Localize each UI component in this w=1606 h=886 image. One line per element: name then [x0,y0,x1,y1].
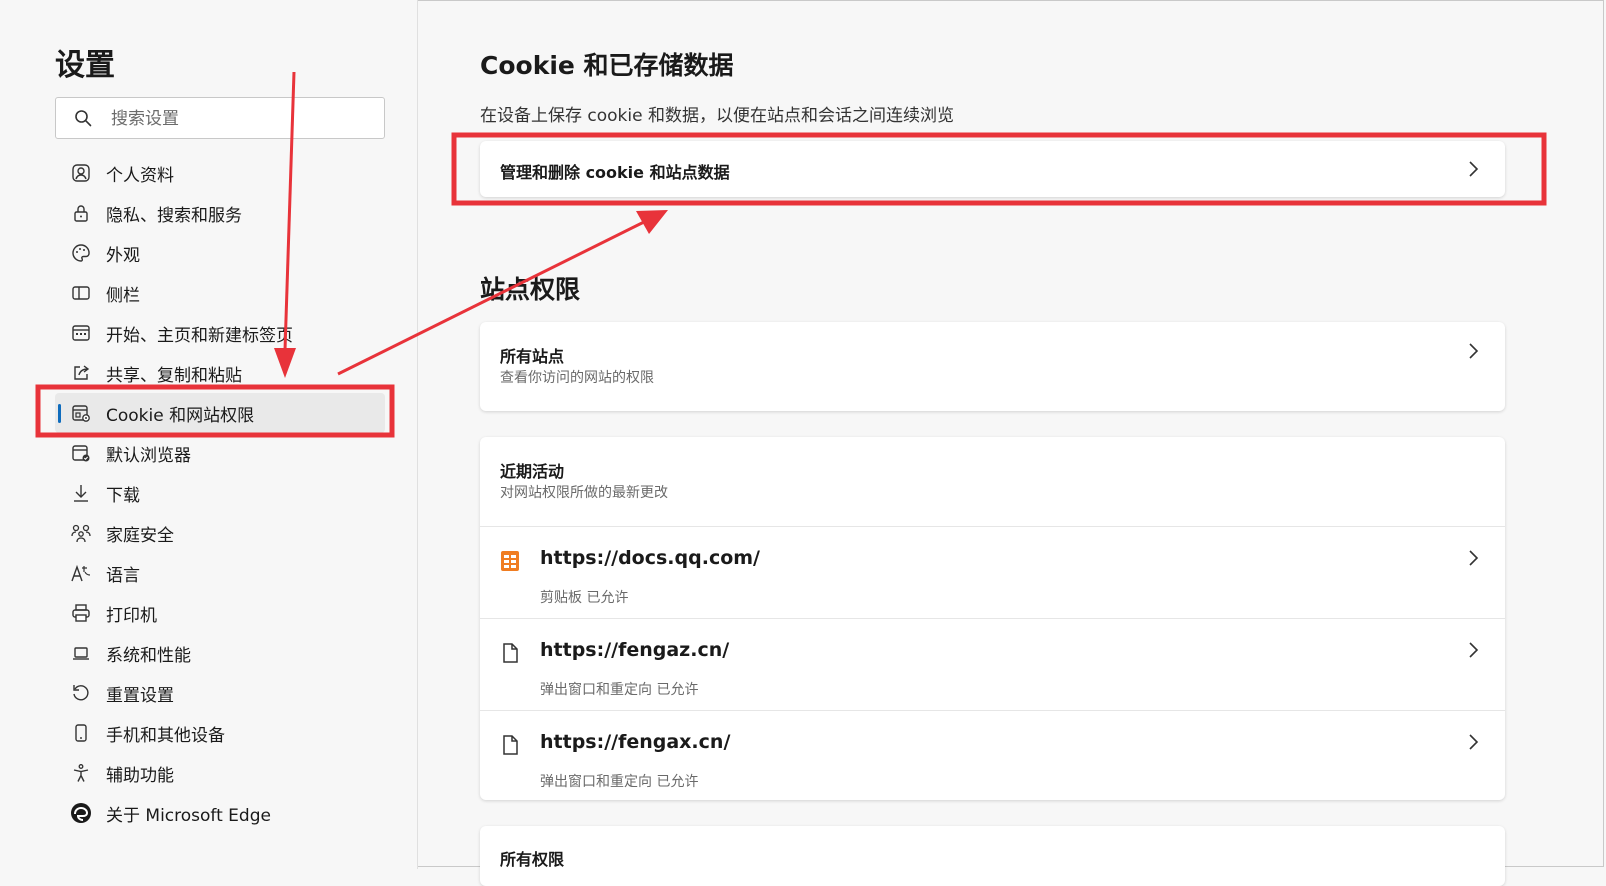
cookie-section-title: Cookie 和已存储数据 [480,51,734,80]
page-icon [503,643,518,663]
page-icon [503,735,518,755]
sidebar-item-reset[interactable]: 重置设置 [55,673,385,713]
site-detail: 弹出窗口和重定向 已允许 [540,682,699,698]
sidebar-item-system[interactable]: 系统和性能 [55,633,385,673]
recent-activity-title: 近期活动 [500,462,565,481]
home-tabs-icon [70,322,92,344]
palette-icon [70,242,92,264]
chevron-right-icon [1469,734,1479,750]
share-icon [70,362,92,384]
sidebar-item-cookies[interactable]: Cookie 和网站权限 [55,393,385,433]
accessibility-icon [70,762,92,784]
sidebar-item-label: 辅助功能 [106,765,174,786]
sidebar-item-label: 外观 [106,245,140,266]
sidebar-item-privacy[interactable]: 隐私、搜索和服务 [55,193,385,233]
sidebar-item-label: 共享、复制和粘贴 [106,365,242,386]
site-url: https://fengax.cn/ [540,731,731,753]
sidebar-item-label: 侧栏 [106,285,140,306]
chevron-right-icon [1469,550,1479,566]
manage-cookies-label: 管理和删除 cookie 和站点数据 [500,163,730,182]
sidebar-item-printers[interactable]: 打印机 [55,593,385,633]
sidebar-item-share[interactable]: 共享、复制和粘贴 [55,353,385,393]
manage-cookies-card[interactable]: 管理和删除 cookie 和站点数据 [480,141,1505,197]
all-permissions-title: 所有权限 [500,850,565,869]
site-permissions-title: 站点权限 [480,275,581,304]
chevron-right-icon [1469,343,1479,359]
sidebar-item-language[interactable]: 语言 [55,553,385,593]
sidebar-item-default-browser[interactable]: 默认浏览器 [55,433,385,473]
list-item-site[interactable]: https://docs.qq.com/ 剪贴板 已允许 [480,527,1505,618]
all-sites-card[interactable]: 所有站点 查看你访问的网站的权限 [480,322,1505,411]
profile-icon [70,162,92,184]
search-input[interactable] [109,102,373,136]
sidebar-item-label: 下载 [106,485,140,506]
chevron-right-icon [1469,161,1479,177]
sidebar-item-profile[interactable]: 个人资料 [55,153,385,193]
sidebar-item-accessibility[interactable]: 辅助功能 [55,753,385,793]
sidebar-item-phone[interactable]: 手机和其他设备 [55,713,385,753]
sidebar-item-downloads[interactable]: 下载 [55,473,385,513]
sidebar-panel-icon [70,282,92,304]
settings-content: Cookie 和已存储数据 在设备上保存 cookie 和数据，以便在站点和会话… [418,0,1606,886]
recent-activity-card: 近期活动 对网站权限所做的最新更改 https://docs.qq.com/ 剪… [480,437,1505,800]
default-browser-icon [70,442,92,464]
sidebar-item-label: 个人资料 [106,165,174,186]
chevron-right-icon [1469,642,1479,658]
sidebar-item-label: 关于 Microsoft Edge [106,805,271,826]
sidebar-item-label: 打印机 [106,605,157,626]
reset-icon [70,682,92,704]
sidebar-item-label: 手机和其他设备 [106,725,225,746]
sidebar-item-label: 系统和性能 [106,645,191,666]
site-detail: 剪贴板 已允许 [540,590,629,606]
edge-logo-icon [70,802,92,824]
phone-icon [70,722,92,744]
recent-activity-header: 近期活动 对网站权限所做的最新更改 [480,437,1505,526]
sidebar-item-label: 默认浏览器 [106,445,191,466]
sidebar-item-sidebar[interactable]: 侧栏 [55,273,385,313]
list-item-site[interactable]: https://fengax.cn/ 弹出窗口和重定向 已允许 [480,711,1505,802]
settings-nav: 个人资料 隐私、搜索和服务 外观 侧栏 开始、主页和新建标签页 共享、复制和粘贴… [55,153,385,833]
settings-title: 设置 [55,48,115,83]
sidebar-item-about[interactable]: 关于 Microsoft Edge [55,793,385,833]
site-url: https://docs.qq.com/ [540,547,760,569]
site-detail: 弹出窗口和重定向 已允许 [540,774,699,790]
all-sites-title: 所有站点 [500,347,565,366]
download-icon [70,482,92,504]
settings-sidebar: 设置 个人资料 隐私、搜索和服务 外观 侧栏 开始、主页和新建标签页 [0,0,418,869]
sidebar-item-label: 家庭安全 [106,525,174,546]
sidebar-item-label: Cookie 和网站权限 [106,405,255,426]
cookie-site-icon [70,402,92,424]
sidebar-item-family[interactable]: 家庭安全 [55,513,385,553]
printer-icon [70,602,92,624]
sidebar-item-start-home[interactable]: 开始、主页和新建标签页 [55,313,385,353]
laptop-icon [70,642,92,664]
search-box[interactable] [55,97,385,139]
language-icon [70,562,92,584]
all-sites-subtitle: 查看你访问的网站的权限 [500,370,654,386]
qq-docs-icon [501,551,519,571]
sidebar-item-label: 语言 [106,565,140,586]
list-item-site[interactable]: https://fengaz.cn/ 弹出窗口和重定向 已允许 [480,619,1505,710]
sidebar-item-label: 开始、主页和新建标签页 [106,325,293,346]
sidebar-item-label: 重置设置 [106,685,174,706]
family-icon [70,522,92,544]
all-permissions-card[interactable]: 所有权限 [480,826,1505,886]
site-url: https://fengaz.cn/ [540,639,730,661]
search-icon [75,110,92,127]
sidebar-item-appearance[interactable]: 外观 [55,233,385,273]
lock-icon [70,202,92,224]
cookie-section-description: 在设备上保存 cookie 和数据，以便在站点和会话之间连续浏览 [480,106,954,126]
sidebar-item-label: 隐私、搜索和服务 [106,205,242,226]
recent-activity-subtitle: 对网站权限所做的最新更改 [500,485,668,501]
